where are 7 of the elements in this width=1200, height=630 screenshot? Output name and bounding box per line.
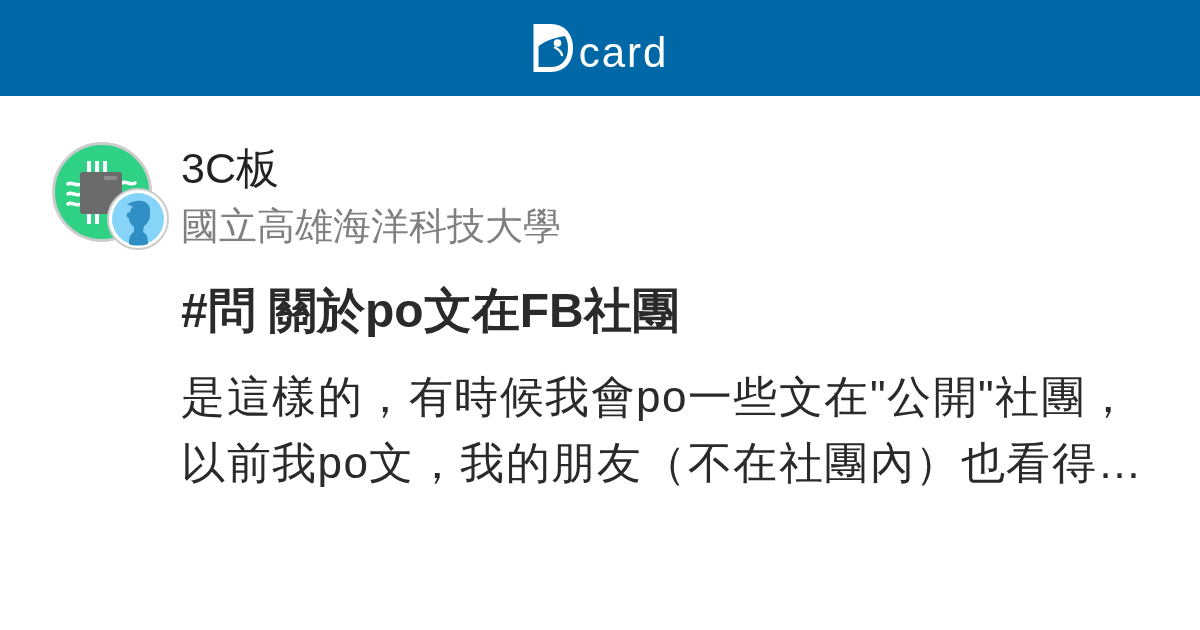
post-excerpt: 是這樣的，有時候我會po一些文在"公開"社團，以前我po文，我的朋友（不在社團內）也看得… xyxy=(181,371,1144,489)
board-name: 3C板 xyxy=(181,143,279,194)
post-title: #問 關於po文在FB社團 xyxy=(181,283,680,339)
logo-face-icon xyxy=(531,23,574,73)
logo-text: card xyxy=(578,32,669,74)
school-name: 國立高雄海洋科技大學 xyxy=(181,204,561,249)
person-avatar-icon xyxy=(107,188,169,250)
